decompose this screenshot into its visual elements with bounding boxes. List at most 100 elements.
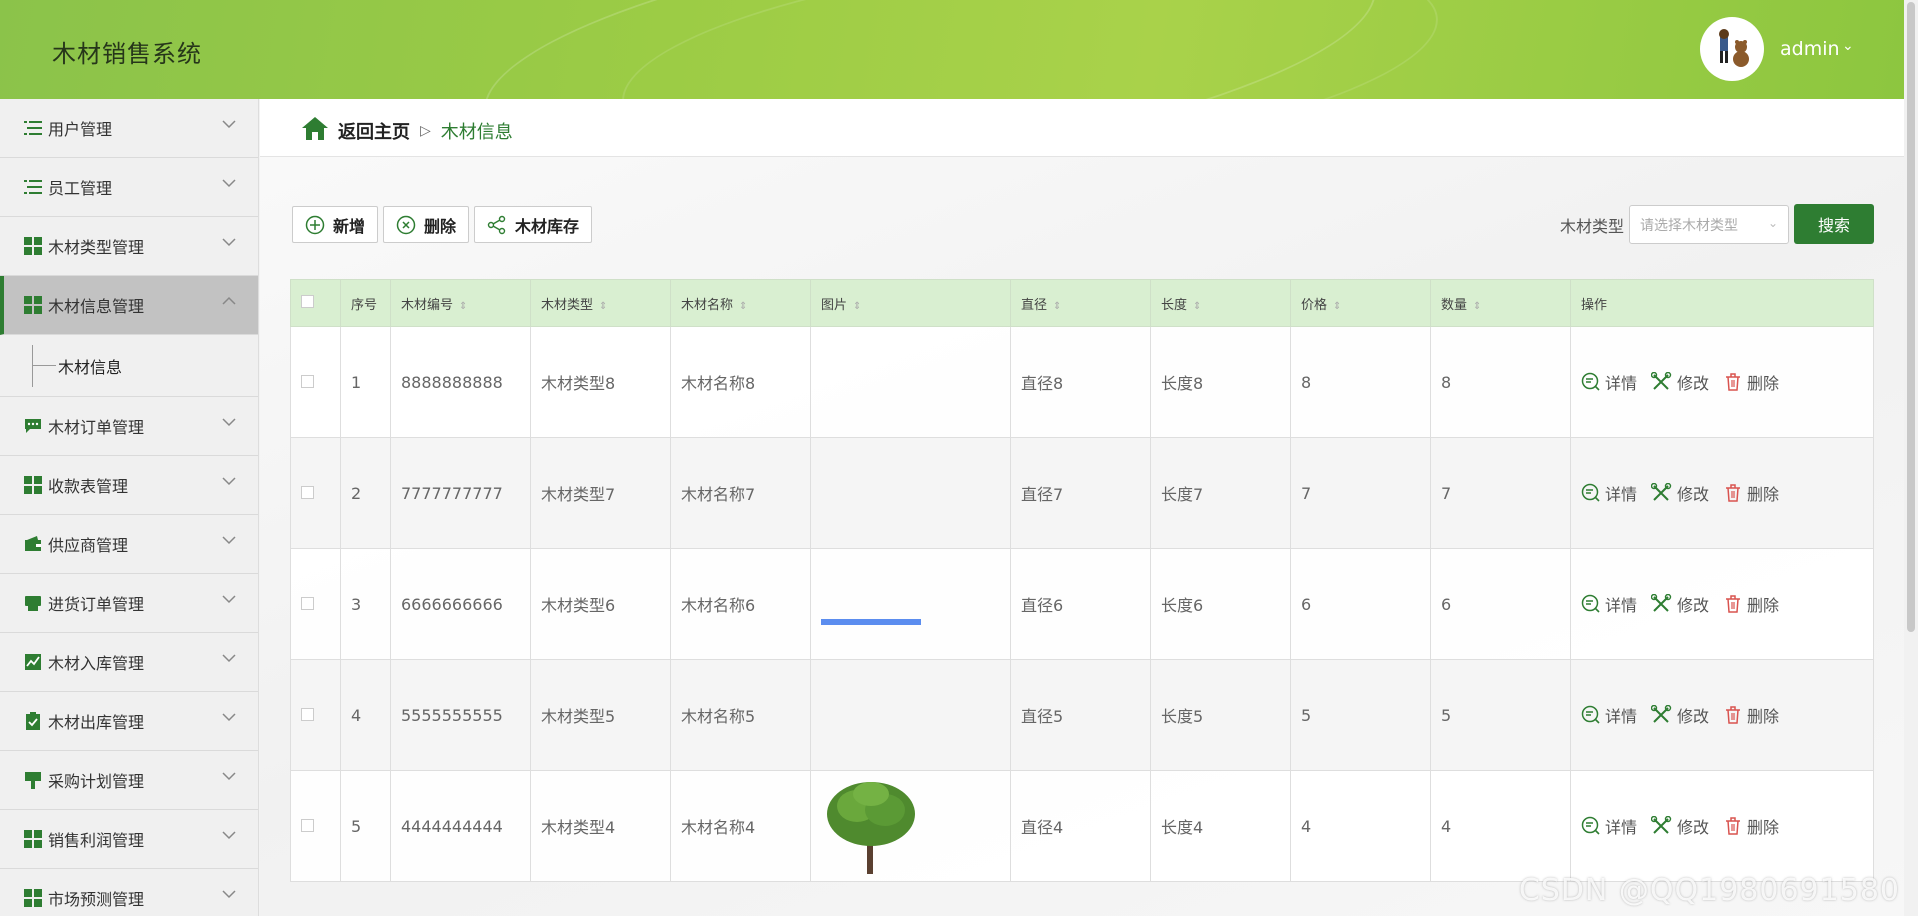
sort-icon[interactable]: ⇕ [853, 301, 861, 312]
detail-icon [1581, 372, 1600, 391]
avatar[interactable] [1700, 17, 1764, 81]
sort-icon[interactable]: ⇕ [1193, 301, 1201, 312]
grid-icon [24, 476, 42, 494]
cell-diameter: 直径8 [1010, 326, 1151, 438]
breadcrumb-home[interactable]: 返回主页 [338, 118, 410, 144]
pin-icon [24, 771, 42, 789]
row-select-cell [290, 437, 341, 549]
col-header[interactable]: 木材编号 ⇕ [390, 279, 531, 327]
app-title: 木材销售系统 [52, 40, 202, 68]
trash-icon [1726, 373, 1741, 391]
col-header[interactable]: 图片 ⇕ [810, 279, 1011, 327]
sidebar-item[interactable]: 收款表管理 [0, 456, 258, 515]
edit-button[interactable]: 修改 [1651, 703, 1709, 727]
chevron-down-icon[interactable]: ⌄ [1842, 38, 1854, 54]
table-header-row: 序号 木材编号 ⇕ 木材类型 ⇕ 木材名称 ⇕ 图片 ⇕ 直径 ⇕ 长度 ⇕ 价格 ⇕ 数量 ⇕… [290, 279, 1874, 327]
col-header-label: 木材类型 [541, 297, 594, 313]
cell-qty: 7 [1430, 437, 1571, 549]
tools-icon [1651, 705, 1672, 723]
detail-button[interactable]: 详情 [1581, 370, 1637, 394]
col-header[interactable]: 木材类型 ⇕ [530, 279, 671, 327]
edit-label: 修改 [1677, 374, 1710, 393]
table-row[interactable]: 3 6666666666 木材类型6 木材名称6 直径6 长度6 6 6 详情 修改 删除 [290, 548, 1874, 660]
table-row[interactable]: 5 4444444444 木材类型4 木材名称4 直径4 长度4 4 4 详情 修改 删除 [290, 770, 1874, 882]
detail-icon [1581, 705, 1600, 724]
detail-button[interactable]: 详情 [1581, 592, 1637, 616]
sidebar-item[interactable]: 用户管理 [0, 99, 258, 158]
sidebar-subitem[interactable]: 木材信息 [0, 335, 258, 397]
sidebar-item[interactable]: 木材信息管理 [0, 276, 258, 335]
sort-icon[interactable]: ⇕ [1333, 301, 1341, 312]
sidebar-item[interactable]: 市场预测管理 [0, 869, 258, 916]
sort-icon[interactable]: ⇕ [459, 301, 467, 312]
table-row[interactable]: 4 5555555555 木材类型5 木材名称5 直径5 长度5 5 5 详情 修改 删除 [290, 619, 1874, 771]
type-select[interactable]: 请选择木材类型 ⌄ [1629, 205, 1789, 244]
select-all-checkbox[interactable] [301, 294, 314, 308]
row-checkbox[interactable] [301, 818, 314, 832]
top-header: 木材销售系统 admin ⌄ [0, 0, 1918, 99]
user-menu[interactable]: admin [1780, 38, 1840, 60]
row-delete-button[interactable]: 删除 [1723, 481, 1779, 505]
row-delete-button[interactable]: 删除 [1723, 370, 1779, 394]
cell-code: 7777777777 [390, 437, 531, 549]
sidebar-item-label: 收款表管理 [48, 477, 129, 496]
search-button[interactable]: 搜索 [1794, 204, 1874, 244]
wood-table: 序号 木材编号 ⇕ 木材类型 ⇕ 木材名称 ⇕ 图片 ⇕ 直径 ⇕ 长度 ⇕ 价格 ⇕ 数量 ⇕… [290, 279, 1874, 882]
sort-icon[interactable]: ⇕ [739, 301, 747, 312]
cell-name: 木材名称4 [670, 770, 811, 882]
grid-icon [24, 889, 42, 907]
cell-qty: 6 [1430, 548, 1571, 660]
row-checkbox[interactable] [301, 374, 314, 388]
sidebar-item[interactable]: 木材入库管理 [0, 633, 258, 692]
add-button-label: 新增 [333, 216, 366, 236]
add-button[interactable]: 新增 [292, 206, 379, 243]
sidebar-item[interactable]: 木材类型管理 [0, 217, 258, 276]
cell-diameter: 直径6 [1010, 548, 1151, 660]
sidebar-item[interactable]: 采购计划管理 [0, 751, 258, 810]
cell-image [810, 770, 1011, 882]
detail-button[interactable]: 详情 [1581, 814, 1637, 838]
row-delete-button[interactable]: 删除 [1723, 592, 1779, 616]
sidebar-item[interactable]: 进货订单管理 [0, 574, 258, 633]
row-checkbox[interactable] [301, 596, 314, 610]
sort-icon[interactable]: ⇕ [599, 301, 607, 312]
cell-ops: 详情 修改 删除 [1570, 770, 1874, 882]
home-icon[interactable] [300, 115, 330, 146]
sort-icon[interactable]: ⇕ [1473, 301, 1481, 312]
row-delete-button[interactable]: 删除 [1723, 703, 1779, 727]
delete-button[interactable]: 删除 [383, 206, 470, 243]
table-row[interactable]: 2 7777777777 木材类型7 木材名称7 直径7 长度7 7 7 详情 修改 删除 [290, 437, 1874, 549]
row-checkbox[interactable] [301, 485, 314, 499]
stock-button[interactable]: 木材库存 [474, 206, 593, 243]
edit-button[interactable]: 修改 [1651, 481, 1709, 505]
col-header[interactable]: 数量 ⇕ [1430, 279, 1571, 327]
scrollbar-thumb[interactable] [1907, 2, 1915, 632]
col-header[interactable]: 直径 ⇕ [1010, 279, 1151, 327]
cell-price: 4 [1290, 770, 1431, 882]
sidebar-item[interactable]: 员工管理 [0, 158, 258, 217]
cell-type: 木材类型4 [530, 770, 671, 882]
sort-icon[interactable]: ⇕ [1053, 301, 1061, 312]
trash-icon [1726, 706, 1741, 724]
cell-name: 木材名称6 [670, 548, 811, 660]
avatar-image [1719, 29, 1749, 67]
sidebar-item[interactable]: 木材订单管理 [0, 397, 258, 456]
chevron-down-icon: ⌄ [1767, 216, 1778, 230]
sidebar-item[interactable]: 销售利润管理 [0, 810, 258, 869]
col-header[interactable]: 木材名称 ⇕ [670, 279, 811, 327]
detail-button[interactable]: 详情 [1581, 481, 1637, 505]
edit-button[interactable]: 修改 [1651, 814, 1709, 838]
detail-button[interactable]: 详情 [1581, 703, 1637, 727]
sidebar-item[interactable]: 木材出库管理 [0, 692, 258, 751]
row-select-cell [290, 548, 341, 660]
sidebar-item[interactable]: 供应商管理 [0, 515, 258, 574]
row-checkbox[interactable] [301, 707, 314, 721]
col-header[interactable]: 价格 ⇕ [1290, 279, 1431, 327]
edit-button[interactable]: 修改 [1651, 592, 1709, 616]
edit-button[interactable]: 修改 [1651, 370, 1709, 394]
table-row[interactable]: 1 8888888888 木材类型8 木材名称8 直径8 长度8 8 8 详情 修改 删除 [290, 326, 1874, 438]
page-scrollbar[interactable] [1904, 0, 1918, 916]
row-delete-button[interactable]: 删除 [1723, 814, 1779, 838]
col-header[interactable]: 长度 ⇕ [1150, 279, 1291, 327]
row-delete-label: 删除 [1747, 374, 1780, 393]
